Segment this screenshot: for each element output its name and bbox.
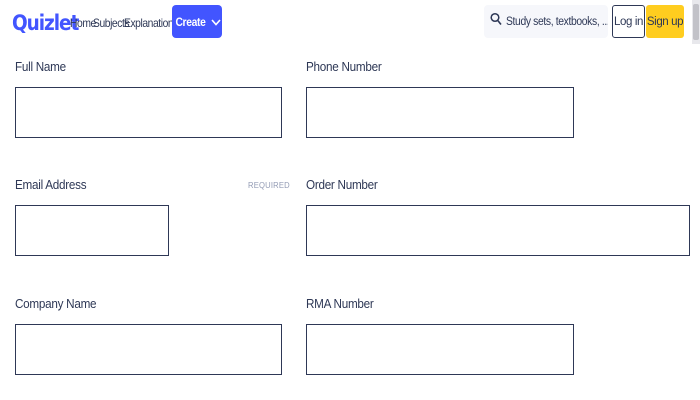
- full-name-field[interactable]: [15, 87, 282, 138]
- email-address-label: Email Address: [15, 177, 87, 192]
- rma-number-label: RMA Number: [306, 296, 374, 311]
- required-tag: REQUIRED: [248, 180, 290, 190]
- create-button-label: Create: [174, 14, 206, 29]
- signup-button-label: Sign up: [646, 15, 684, 28]
- chevron-down-icon: [211, 15, 222, 29]
- login-button-label: Log in: [614, 15, 643, 28]
- quizlet-logo[interactable]: Quizlet: [12, 8, 79, 38]
- search-icon: [490, 12, 502, 31]
- login-button[interactable]: Log in: [612, 5, 645, 38]
- rma-number-field[interactable]: [306, 324, 574, 375]
- email-address-field[interactable]: [15, 205, 169, 256]
- create-button[interactable]: Create: [172, 5, 222, 38]
- order-number-label: Order Number: [306, 177, 378, 192]
- signup-button[interactable]: Sign up: [646, 5, 684, 38]
- order-number-field[interactable]: [306, 205, 690, 256]
- company-name-field[interactable]: [15, 324, 282, 375]
- search-placeholder: Study sets, textbooks, ...: [506, 15, 608, 28]
- scrollbar-thumb[interactable]: [693, 4, 699, 40]
- company-name-label: Company Name: [15, 296, 97, 311]
- nav-home-link[interactable]: Home: [70, 8, 96, 38]
- search-input[interactable]: Study sets, textbooks, ...: [484, 5, 608, 38]
- phone-number-field[interactable]: [306, 87, 574, 138]
- phone-number-label: Phone Number: [306, 59, 382, 74]
- nav-explanations-link[interactable]: Explanations: [124, 8, 178, 38]
- full-name-label: Full Name: [15, 59, 66, 74]
